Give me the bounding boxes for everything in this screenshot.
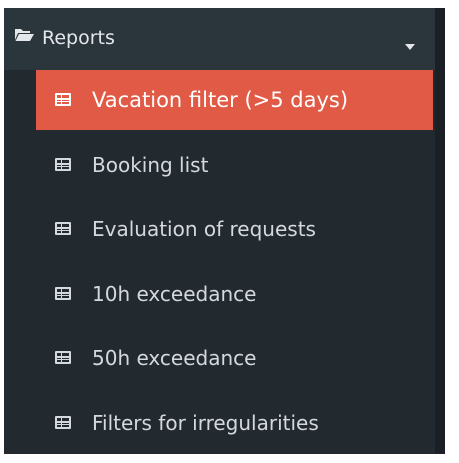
reports-menu-header[interactable]: Reports (4, 8, 435, 70)
caret-down-icon[interactable] (405, 44, 415, 50)
menu-item-label: 50h exceedance (92, 346, 257, 370)
menu-item-label: Booking list (92, 153, 209, 177)
table-icon (55, 287, 71, 300)
table-icon (55, 416, 71, 429)
menu-item-label: Evaluation of requests (92, 217, 316, 241)
folder-open-icon (15, 29, 34, 41)
menu-item-evaluation-of-requests[interactable]: Evaluation of requests (36, 199, 433, 259)
menu-item-label: 10h exceedance (92, 282, 257, 306)
table-icon (55, 351, 71, 364)
menu-item-label: Filters for irregularities (92, 411, 319, 435)
reports-menu-panel: Reports Vacation filter (>5 days) Bookin… (4, 8, 445, 454)
reports-header-label: Reports (42, 27, 115, 49)
table-icon (55, 222, 71, 235)
menu-item-50h-exceedance[interactable]: 50h exceedance (36, 328, 433, 388)
table-icon (55, 158, 71, 171)
menu-item-10h-exceedance[interactable]: 10h exceedance (36, 264, 433, 324)
table-icon (55, 93, 71, 106)
menu-item-label: Vacation filter (>5 days) (92, 88, 349, 112)
menu-item-vacation-filter[interactable]: Vacation filter (>5 days) (36, 70, 433, 130)
menu-item-filters-for-irregularities[interactable]: Filters for irregularities (36, 393, 433, 453)
menu-item-booking-list[interactable]: Booking list (36, 135, 433, 195)
scrollbar[interactable] (435, 8, 445, 454)
